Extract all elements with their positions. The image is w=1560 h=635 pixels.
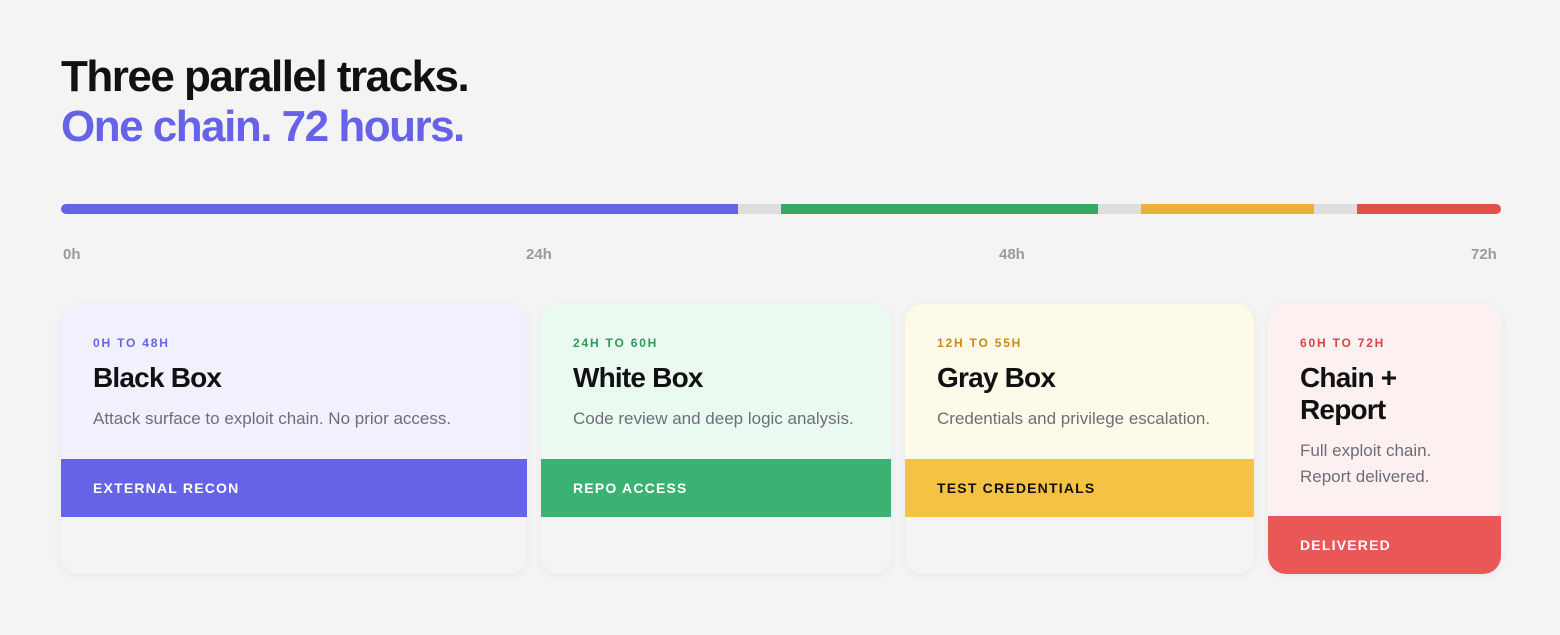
tick-label-72h: 72h: [1471, 246, 1497, 263]
card-footer-tag: DELIVERED: [1268, 516, 1501, 574]
card-range: 24H TO 60H: [573, 336, 659, 350]
card-description: Full exploit chain. Report delivered.: [1300, 441, 1432, 486]
card-body: 24H TO 60H White Box Code review and dee…: [541, 304, 891, 459]
timeline-segment-black-box: [61, 204, 738, 214]
card-range: 12H TO 55H: [937, 336, 1023, 350]
card-title: White Box: [573, 362, 703, 393]
card-body: 60H TO 72H Chain + Report Full exploit c…: [1268, 304, 1501, 516]
card-black-box: 0H TO 48H Black Box Attack surface to ex…: [61, 304, 527, 574]
tick-label-0h: 0h: [63, 246, 81, 263]
headline: Three parallel tracks.: [61, 52, 470, 101]
card-description: Attack surface to exploit chain. No prio…: [93, 409, 452, 428]
card-title: Black Box: [93, 362, 222, 393]
timeline-segment-chain-report: [1357, 204, 1501, 214]
card-chain-report: 60H TO 72H Chain + Report Full exploit c…: [1268, 304, 1501, 574]
card-description: Code review and deep logic analysis.: [573, 409, 854, 428]
card-footer-tag: TEST CREDENTIALS: [905, 459, 1254, 517]
card-footer-tag: EXTERNAL RECON: [61, 459, 527, 517]
card-title: Gray Box: [937, 362, 1056, 393]
timeline-segment-gray-box: [1141, 204, 1314, 214]
tracks-section: Three parallel tracks. One chain. 72 hou…: [61, 0, 1501, 635]
card-range: 0H TO 48H: [93, 336, 170, 350]
timeline-bar: [61, 204, 1501, 214]
tick-label-48h: 48h: [999, 246, 1025, 263]
card-gray-box: 12H TO 55H Gray Box Credentials and priv…: [905, 304, 1254, 574]
card-footer-tag: REPO ACCESS: [541, 459, 891, 517]
subheadline: One chain. 72 hours.: [61, 102, 465, 151]
card-title: Chain + Report: [1300, 362, 1397, 425]
card-body: 12H TO 55H Gray Box Credentials and priv…: [905, 304, 1254, 459]
card-range: 60H TO 72H: [1300, 336, 1386, 350]
timeline-segment-white-box: [781, 204, 1098, 214]
card-white-box: 24H TO 60H White Box Code review and dee…: [541, 304, 891, 574]
tick-label-24h: 24h: [526, 246, 552, 263]
card-description: Credentials and privilege escalation.: [937, 409, 1211, 428]
card-body: 0H TO 48H Black Box Attack surface to ex…: [61, 304, 527, 459]
